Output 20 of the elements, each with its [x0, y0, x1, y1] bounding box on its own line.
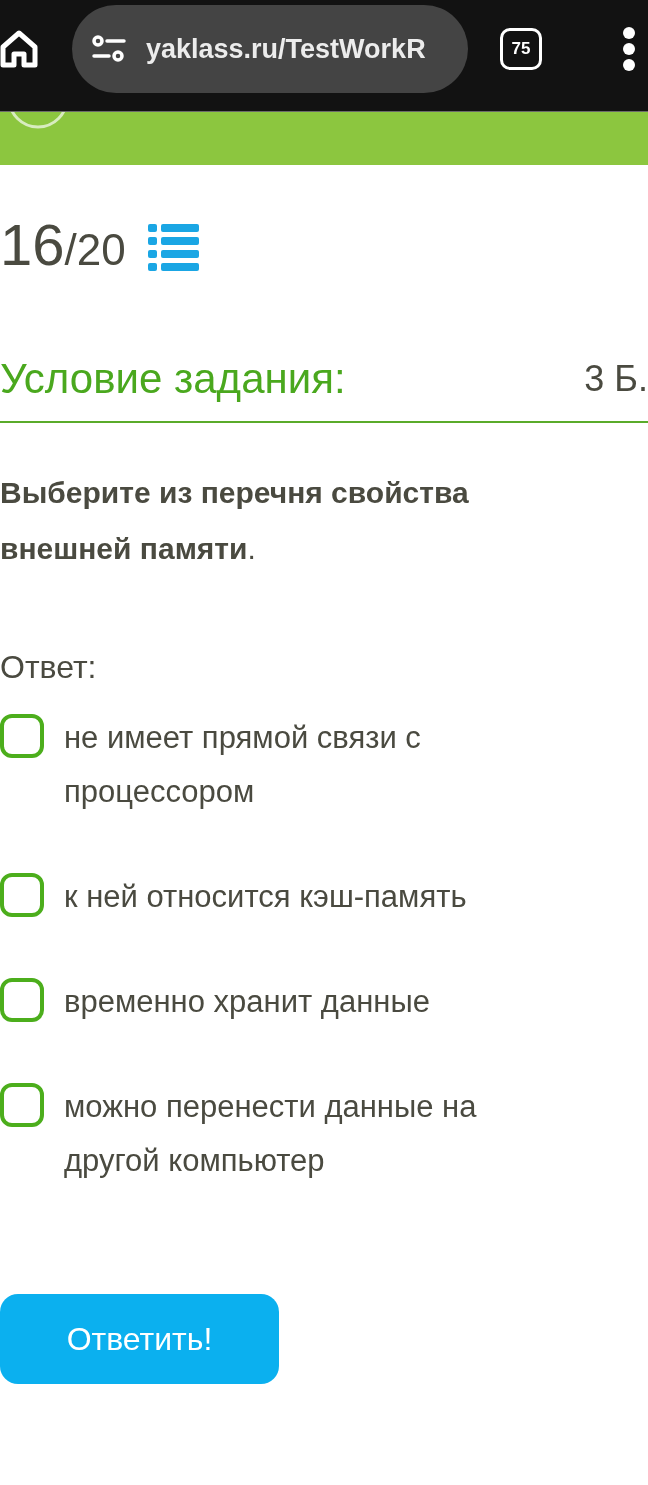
- tab-count-button[interactable]: 75: [500, 28, 542, 70]
- task-points: 3 Б.: [584, 357, 648, 401]
- option-label: к ней относится кэш-память: [64, 878, 467, 916]
- task-total: /20: [64, 225, 126, 275]
- checkbox[interactable]: [0, 978, 44, 1022]
- answer-label: Ответ:: [0, 648, 98, 687]
- checkbox[interactable]: [0, 873, 44, 917]
- option-label: можно перенести данные на другой компьютер: [64, 1088, 478, 1180]
- checkbox[interactable]: [0, 714, 44, 758]
- more-menu-icon[interactable]: [622, 26, 636, 72]
- option-label: временно хранит данные: [64, 983, 430, 1021]
- home-icon[interactable]: [0, 30, 38, 68]
- checkbox[interactable]: [0, 1083, 44, 1127]
- question-text: Выберите из перечня свойства внешней памяти.: [0, 475, 470, 567]
- option-label: не имеет прямой связи с процессором: [64, 719, 422, 811]
- list-icon[interactable]: [147, 224, 199, 271]
- task-heading: Условие задания:: [0, 354, 346, 404]
- task-number: 16: [0, 215, 65, 275]
- tune-icon[interactable]: [92, 35, 126, 63]
- address-bar[interactable]: yaklass.ru/TestWorkR: [72, 5, 468, 93]
